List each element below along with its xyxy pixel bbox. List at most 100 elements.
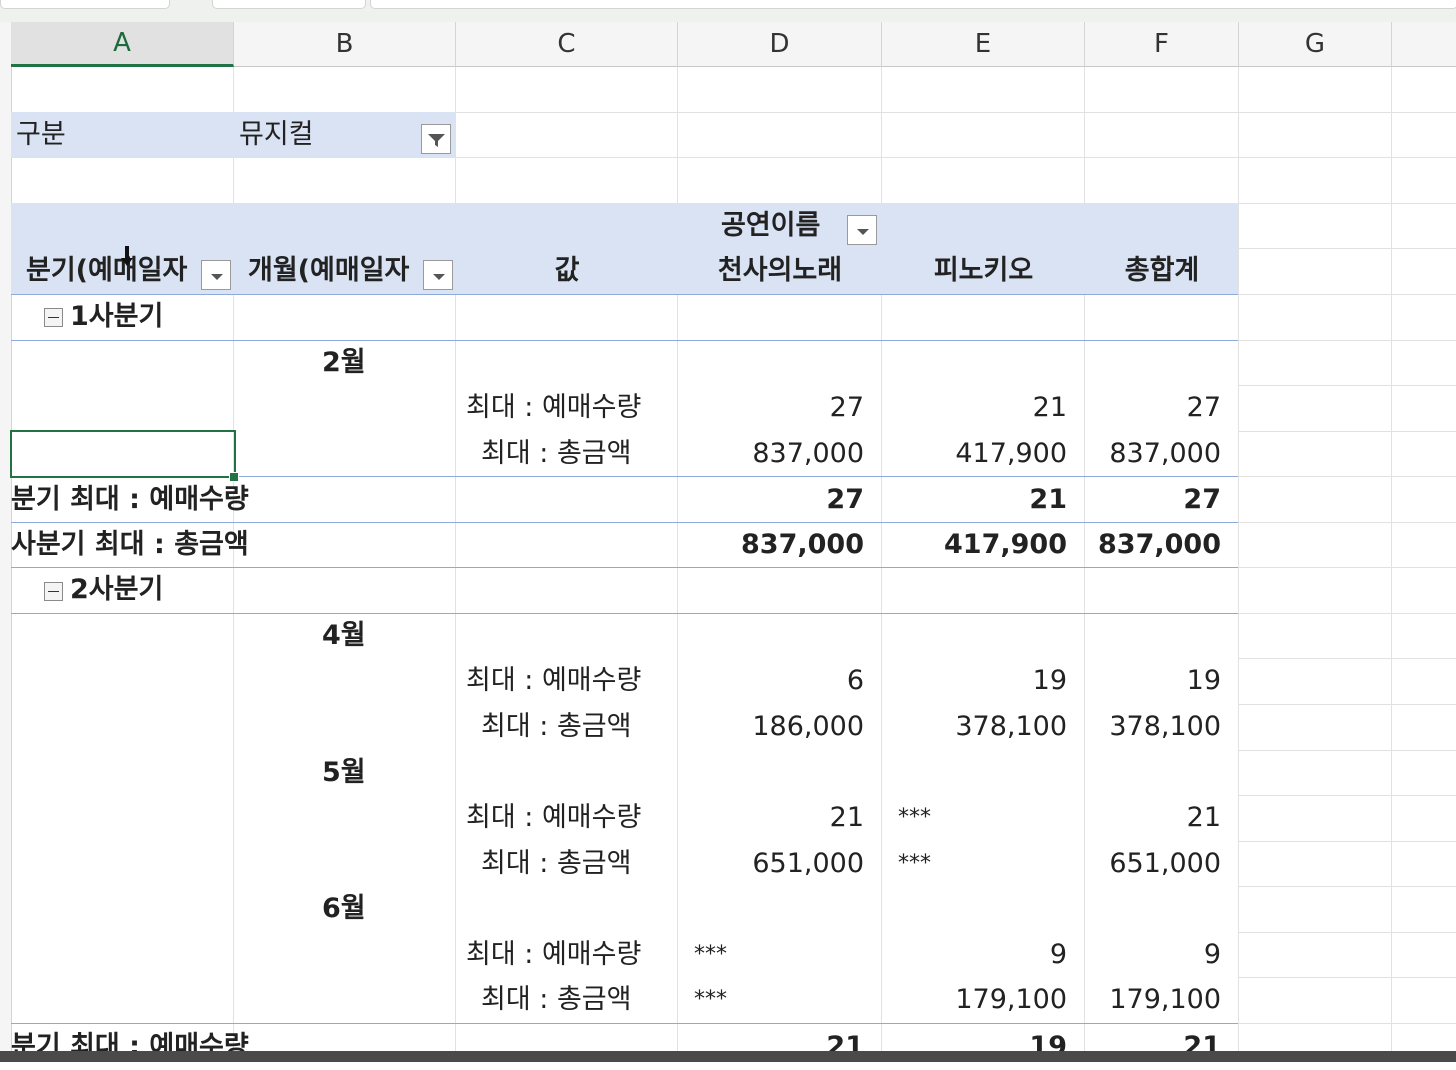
filter-dropdown-button[interactable] <box>421 124 451 154</box>
measure-amt-label: 최대 : 총금액 <box>481 984 632 1015</box>
q2-subtotal-qty-label: 분기 최대 : 예매수량 <box>11 1031 249 1062</box>
column-header-d[interactable]: D <box>678 22 882 67</box>
q1-sub-amt-total: 837,000 <box>1098 529 1221 560</box>
funnel-icon <box>428 134 445 147</box>
gridline <box>1238 67 1239 1062</box>
feb-amt-cheonsa: 837,000 <box>752 438 864 469</box>
measure-amt-label: 최대 : 총금액 <box>481 711 632 742</box>
tab[interactable] <box>370 0 1456 9</box>
gridline <box>1239 1023 1456 1024</box>
gridline <box>1239 431 1456 432</box>
gridline <box>1239 476 1456 477</box>
quarter-1-label: 1사분기 <box>70 301 164 332</box>
sheet-tab-strip <box>0 0 1456 23</box>
gridline <box>1391 67 1392 1062</box>
apr-qty-pinocchio: 19 <box>1032 665 1067 696</box>
active-cell-selection[interactable] <box>10 430 236 478</box>
measure-qty-label: 최대 : 예매수량 <box>466 392 642 423</box>
column-header-e[interactable]: E <box>882 22 1085 67</box>
column-item-2: 피노키오 <box>933 255 1034 286</box>
may-amt-cheonsa: 651,000 <box>752 848 864 879</box>
gridline <box>1239 841 1456 842</box>
q1-subtotal-amt-label: 사분기 최대 : 총금액 <box>11 529 249 560</box>
feb-amt-total: 837,000 <box>1109 438 1221 469</box>
column-header-g[interactable]: G <box>1239 22 1392 67</box>
collapse-q1-button[interactable] <box>44 308 63 327</box>
chevron-down-icon <box>857 229 869 235</box>
gridline <box>1239 567 1456 568</box>
gridline <box>1239 294 1456 295</box>
jun-amt-total: 179,100 <box>1109 984 1221 1015</box>
may-amt-total: 651,000 <box>1109 848 1221 879</box>
month-may-label: 5월 <box>322 757 366 788</box>
gridline <box>1239 886 1456 887</box>
gridline <box>1239 977 1456 978</box>
q1-sub-qty-pinocchio: 21 <box>1029 484 1067 515</box>
measure-qty-label: 최대 : 예매수량 <box>466 665 642 696</box>
column-header-h[interactable] <box>1392 22 1456 67</box>
jun-qty-cheonsa: *** <box>694 942 727 967</box>
month-jun-label: 6월 <box>322 893 366 924</box>
gridline <box>1239 658 1456 659</box>
gridline <box>1239 704 1456 705</box>
row-field-quarter-dropdown[interactable] <box>201 260 231 290</box>
feb-amt-pinocchio: 417,900 <box>955 438 1067 469</box>
fill-handle[interactable] <box>229 472 239 482</box>
pivot-filter-band <box>11 112 455 157</box>
column-field-dropdown[interactable] <box>847 215 877 245</box>
column-header-b[interactable]: B <box>234 22 456 67</box>
gridline <box>1239 248 1456 249</box>
gridline <box>11 157 1456 158</box>
jun-amt-pinocchio: 179,100 <box>955 984 1067 1015</box>
quarter-2-label: 2사분기 <box>70 574 164 605</box>
may-qty-pinocchio: *** <box>898 805 931 830</box>
jun-qty-pinocchio: 9 <box>1049 939 1067 970</box>
measure-amt-label: 최대 : 총금액 <box>481 438 632 469</box>
tab[interactable] <box>212 0 366 9</box>
apr-qty-cheonsa: 6 <box>846 665 864 696</box>
q2-sub-qty-total: 21 <box>1183 1031 1221 1062</box>
feb-qty-pinocchio: 21 <box>1032 392 1067 423</box>
gridline <box>1239 932 1456 933</box>
measure-qty-label: 최대 : 예매수량 <box>466 802 642 833</box>
measure-amt-label: 최대 : 총금액 <box>481 848 632 879</box>
column-header-a[interactable]: A <box>11 22 234 67</box>
apr-amt-total: 378,100 <box>1109 711 1221 742</box>
chevron-down-icon <box>211 274 223 280</box>
column-header-f[interactable]: F <box>1085 22 1239 67</box>
pivot-border <box>11 340 1238 341</box>
row-field-month-dropdown[interactable] <box>423 260 453 290</box>
filter-value: 뮤지컬 <box>239 119 314 150</box>
filter-label: 구분 <box>16 119 66 150</box>
q1-sub-amt-cheonsa: 837,000 <box>741 529 864 560</box>
row-field-quarter-label: 분기(예매일자 <box>26 255 188 286</box>
may-qty-total: 21 <box>1186 802 1221 833</box>
gridline <box>1239 750 1456 751</box>
feb-qty-cheonsa: 27 <box>829 392 864 423</box>
chevron-down-icon <box>433 274 445 280</box>
q2-sub-qty-cheonsa: 21 <box>826 1031 864 1062</box>
q1-sub-qty-total: 27 <box>1183 484 1221 515</box>
apr-amt-cheonsa: 186,000 <box>752 711 864 742</box>
q2-sub-qty-pinocchio: 19 <box>1029 1031 1067 1062</box>
mouse-cursor-icon <box>121 246 133 266</box>
gridline <box>1239 795 1456 796</box>
jun-qty-total: 9 <box>1203 939 1221 970</box>
column-header-c[interactable]: C <box>456 22 678 67</box>
q1-subtotal-qty-label: 분기 최대 : 예매수량 <box>11 484 249 515</box>
apr-qty-total: 19 <box>1186 665 1221 696</box>
apr-amt-pinocchio: 378,100 <box>955 711 1067 742</box>
month-feb-label: 2월 <box>322 347 366 378</box>
bottom-bar <box>0 1051 1456 1062</box>
q1-sub-amt-pinocchio: 417,900 <box>944 529 1067 560</box>
gridline <box>1239 385 1456 386</box>
grand-total-header: 총합계 <box>1124 255 1200 286</box>
gridline <box>1239 613 1456 614</box>
values-label: 값 <box>554 255 580 286</box>
pivot-border <box>11 613 1238 614</box>
q1-sub-qty-cheonsa: 27 <box>826 484 864 515</box>
may-qty-cheonsa: 21 <box>829 802 864 833</box>
feb-qty-total: 27 <box>1186 392 1221 423</box>
tab[interactable] <box>0 0 170 9</box>
collapse-q2-button[interactable] <box>44 582 63 601</box>
